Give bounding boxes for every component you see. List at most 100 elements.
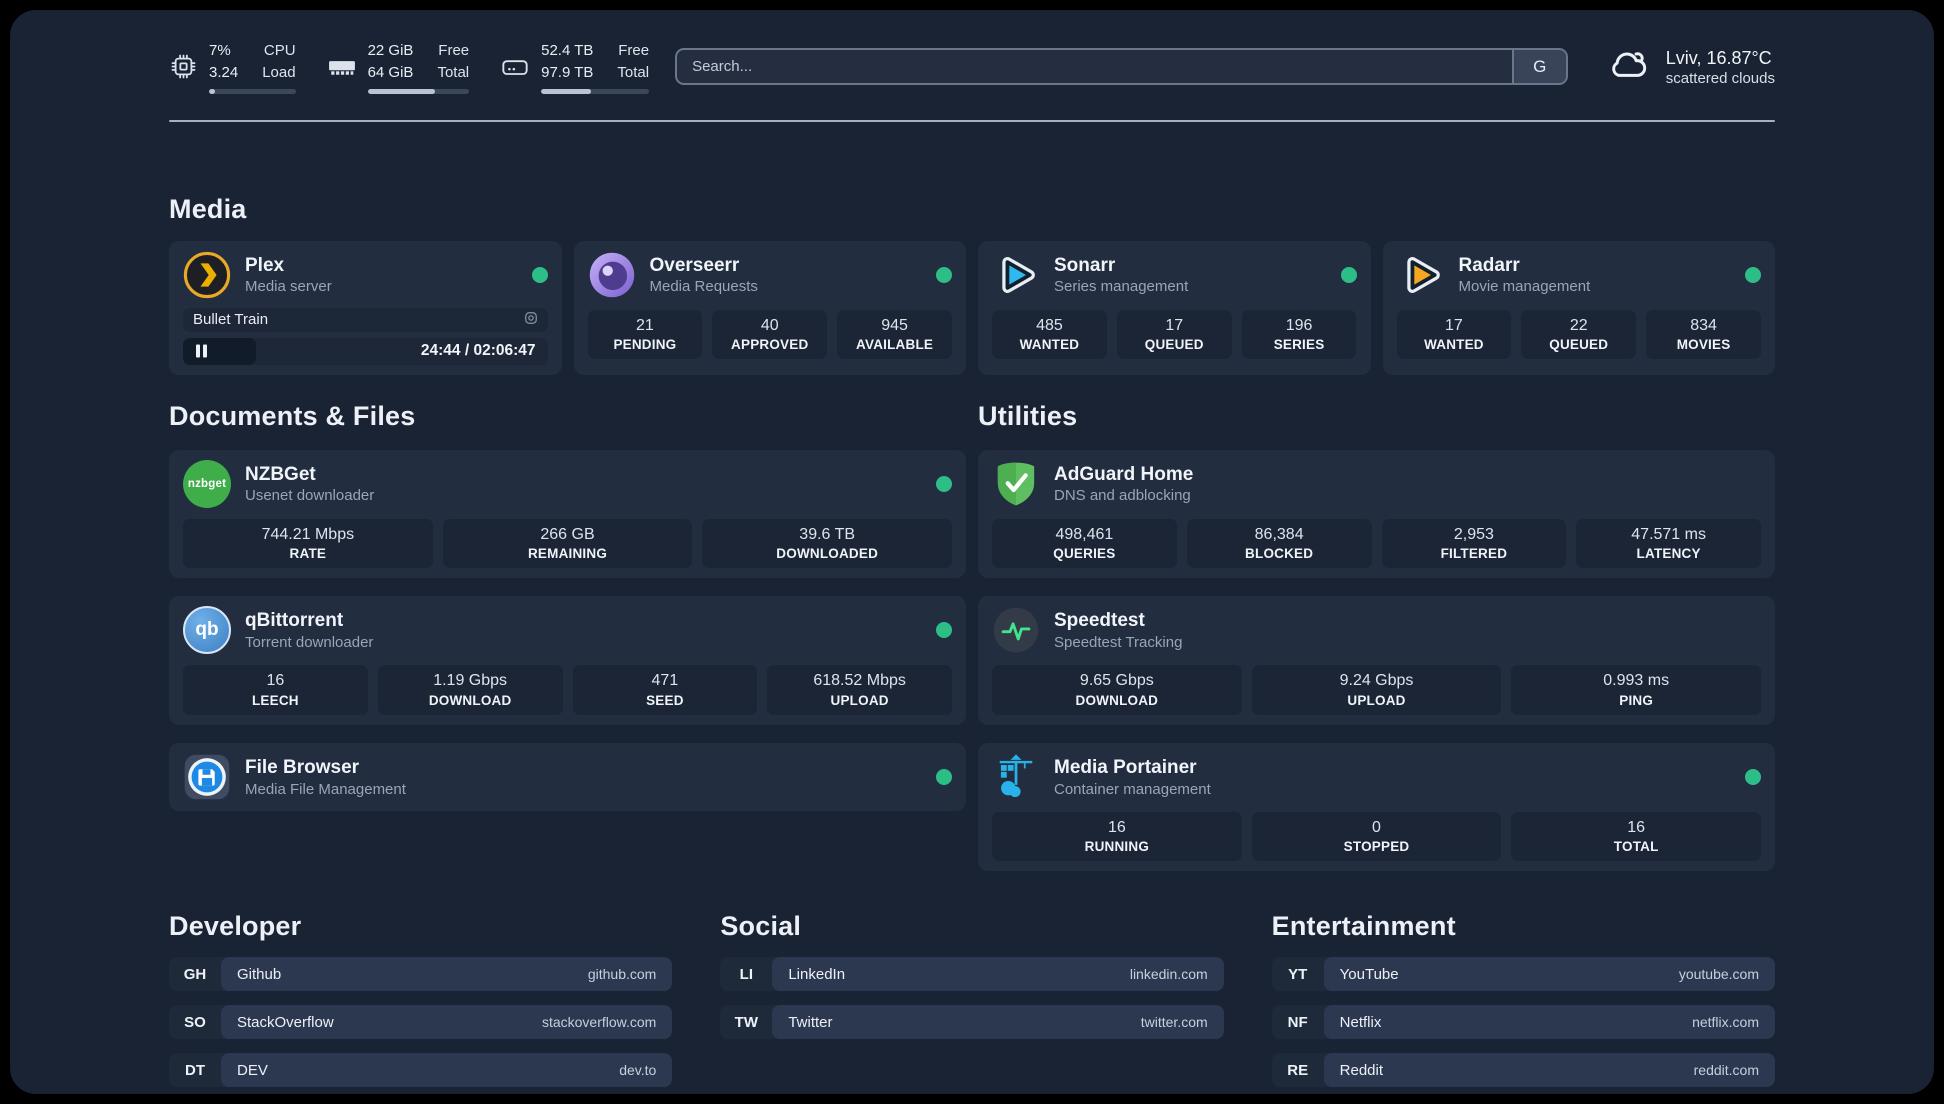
stat-value: 266 GB xyxy=(540,525,595,543)
stat-box: 39.6 TB DOWNLOADED xyxy=(702,518,953,569)
stat-box: 47.571 ms LATENCY xyxy=(1576,518,1761,569)
stat-label: MOVIES xyxy=(1676,337,1731,353)
app-name: Speedtest xyxy=(1054,610,1145,632)
app-card-nzbget[interactable]: nzbget NZBGet Usenet downloader 744.21 M… xyxy=(169,449,966,579)
stat-value: 2,953 xyxy=(1453,525,1494,543)
app-card-overseerr[interactable]: Overseerr Media Requests 21 PENDING 40 APP… xyxy=(573,240,966,375)
stats-row: 16 RUNNING 0 STOPPED 16 TOTAL xyxy=(992,811,1762,862)
app-name: qBittorrent xyxy=(245,610,344,632)
stat-label: TOTAL xyxy=(1613,839,1659,855)
bookmark-url: github.com xyxy=(587,966,657,983)
bookmark-url: dev.to xyxy=(619,1062,657,1079)
adguard-titles: AdGuard Home DNS and adblocking xyxy=(1054,463,1193,505)
bookmark-stackoverflow[interactable]: SO StackOverflow stackoverflow.com xyxy=(169,1005,673,1040)
bookmark-netflix[interactable]: NF Netflix netflix.com xyxy=(1271,1005,1775,1040)
section-title-developer: Developer xyxy=(169,911,302,942)
disk-total-label: Total xyxy=(617,63,650,81)
session-icon xyxy=(524,311,538,329)
section-title-utilities: Utilities xyxy=(978,400,1078,431)
app-desc: Media File Management xyxy=(245,780,406,798)
stat-box: 1.19 Gbps DOWNLOAD xyxy=(377,665,563,715)
stats-row: 16 LEECH 1.19 Gbps DOWNLOAD 471 SEED 618.52… xyxy=(183,665,952,715)
stat-box: 0 STOPPED xyxy=(1251,811,1502,862)
stat-label: REMAINING xyxy=(527,546,608,562)
app-card-filebrowser[interactable]: File Browser Media File Management xyxy=(169,742,966,811)
bookmark-dev[interactable]: DT DEV dev.to xyxy=(169,1053,673,1088)
adguard-logo-icon xyxy=(992,460,1040,508)
stat-value: 17 xyxy=(1165,316,1184,334)
search-engine-button[interactable]: G xyxy=(1511,50,1566,84)
bookmark-tag: NF xyxy=(1287,1013,1308,1031)
stat-box: 618.52 Mbps UPLOAD xyxy=(767,665,952,715)
search-bar: G xyxy=(675,48,1568,86)
stat-label: QUERIES xyxy=(1053,546,1116,562)
status-dot xyxy=(1745,266,1761,283)
stat-label: RUNNING xyxy=(1084,839,1150,855)
stat-label: WANTED xyxy=(1019,337,1080,353)
entertainment-bookmarks: YT YouTube youtube.com NF Netflix netflix.… xyxy=(1271,957,1775,1088)
memory-free-label: Free xyxy=(438,42,470,59)
bookmark-name: Reddit xyxy=(1339,1061,1384,1079)
stat-box: 9.65 Gbps DOWNLOAD xyxy=(992,665,1242,715)
stat-value: 498,461 xyxy=(1055,525,1114,543)
app-name: Plex xyxy=(245,254,285,276)
qbittorrent-logo-icon: qb xyxy=(183,606,231,655)
now-playing-progress: 24:44 / 02:06:47 xyxy=(183,337,548,365)
speedtest-titles: Speedtest Speedtest Tracking xyxy=(1054,609,1182,651)
app-desc: DNS and adblocking xyxy=(1054,487,1191,505)
stat-value: 1.19 Gbps xyxy=(433,672,508,690)
app-card-qbittorrent[interactable]: qb qBittorrent Torrent downloader 16 LEEC… xyxy=(169,596,966,725)
top-bar: 7% 3.24 CPU Load 22 GiB 64 GiB Free Tota… xyxy=(169,40,1775,94)
app-card-speedtest[interactable]: Speedtest Speedtest Tracking 9.65 Gbps DO… xyxy=(978,596,1775,725)
memory-stat-body: 22 GiB 64 GiB Free Total xyxy=(367,40,470,94)
app-card-adguard[interactable]: AdGuard Home DNS and adblocking 498,461 Q… xyxy=(978,449,1775,579)
bookmark-name: DEV xyxy=(237,1061,268,1079)
bookmark-tag: RE xyxy=(1287,1061,1309,1079)
system-stats: 7% 3.24 CPU Load 22 GiB 64 GiB Free Tota… xyxy=(169,40,650,94)
app-card-portainer[interactable]: Media Portainer Container management 16 R… xyxy=(978,742,1775,872)
disk-free-label: Free xyxy=(618,42,650,59)
stat-label: PING xyxy=(1619,692,1654,708)
stat-box: 9.24 Gbps UPLOAD xyxy=(1251,665,1502,715)
search-input[interactable] xyxy=(677,50,1512,84)
stat-box: 22 QUEUED xyxy=(1521,309,1637,360)
stats-row: 17 WANTED 22 QUEUED 834 MOVIES xyxy=(1396,309,1762,360)
section-title-documents: Documents & Files xyxy=(169,400,416,431)
cpu-progress-track xyxy=(209,88,296,94)
radarr-titles: Radarr Movie management xyxy=(1459,254,1591,296)
stat-box: 471 SEED xyxy=(572,665,758,715)
stat-value: 9.65 Gbps xyxy=(1079,672,1154,690)
plex-titles: Plex Media server xyxy=(245,254,332,296)
nzbget-logo-icon: nzbget xyxy=(183,459,231,508)
stats-row: 21 PENDING 40 APPROVED 945 AVAILABLE xyxy=(587,309,953,360)
bookmark-youtube[interactable]: YT YouTube youtube.com xyxy=(1271,957,1775,992)
stats-row: 9.65 Gbps DOWNLOAD 9.24 Gbps UPLOAD 0.993 … xyxy=(992,665,1762,715)
documents-column: Documents & Files nzbget NZBGet Usenet d… xyxy=(169,401,966,811)
pause-icon[interactable] xyxy=(196,344,207,358)
stat-box: 945 AVAILABLE xyxy=(837,309,952,360)
stat-box: 485 WANTED xyxy=(992,309,1107,360)
stat-label: SEED xyxy=(646,692,684,708)
bookmark-name: Github xyxy=(237,965,282,983)
app-card-radarr[interactable]: Radarr Movie management 17 WANTED 22 QUEUE… xyxy=(1382,240,1775,375)
stat-box: 0.993 ms PING xyxy=(1511,665,1762,715)
stat-value: 945 xyxy=(881,316,908,334)
bookmark-twitter[interactable]: TW Twitter twitter.com xyxy=(720,1005,1224,1040)
app-name: NZBGet xyxy=(245,463,316,485)
stat-value: 485 xyxy=(1036,316,1063,334)
app-card-plex[interactable]: Plex Media server Bullet Train 24:44 / 0… xyxy=(169,240,562,375)
app-card-sonarr[interactable]: Sonarr Series management 485 WANTED 17 QUE… xyxy=(978,240,1371,375)
bookmark-github[interactable]: GH Github github.com xyxy=(169,957,673,992)
stat-label: PENDING xyxy=(613,337,677,353)
stat-value: 618.52 Mbps xyxy=(813,672,906,690)
stat-label: DOWNLOAD xyxy=(1075,692,1159,708)
stat-box: 40 APPROVED xyxy=(712,309,828,360)
app-name: Media Portainer xyxy=(1054,756,1197,778)
bookmark-reddit[interactable]: RE Reddit reddit.com xyxy=(1271,1053,1775,1088)
disk-stat-body: 52.4 TB 97.9 TB Free Total xyxy=(541,40,650,94)
bookmark-linkedin[interactable]: LI LinkedIn linkedin.com xyxy=(720,957,1224,992)
stat-label: RATE xyxy=(289,546,327,562)
weather-widget: Lviv, 16.87°C scattered clouds xyxy=(1604,43,1775,90)
stat-box: 16 LEECH xyxy=(183,665,368,715)
stat-value: 16 xyxy=(266,672,285,690)
